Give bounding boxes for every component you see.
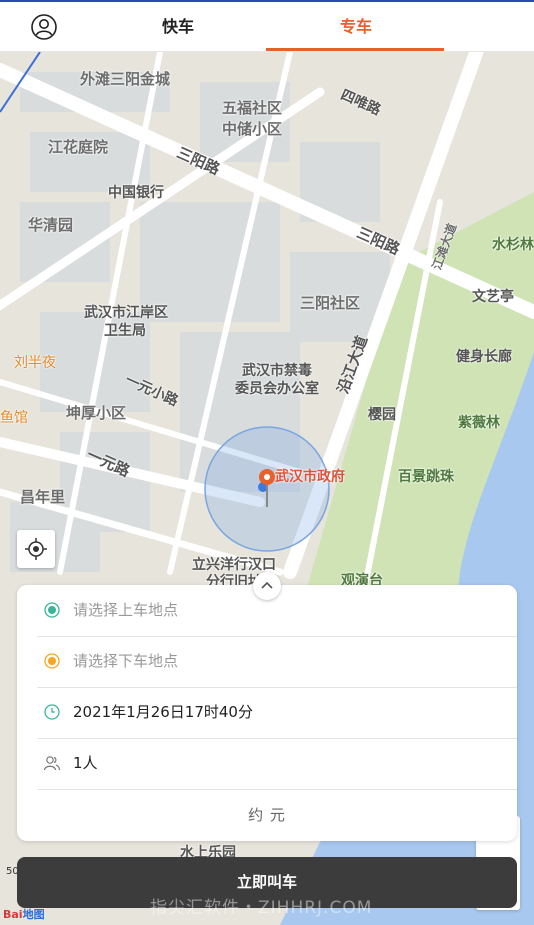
fare-estimate: 约 元 [248,806,286,824]
map-label: 刘半夜 [14,355,56,371]
map-label: 卫生局 [104,323,146,339]
map-label: 水杉林 [492,237,534,253]
clock-icon [44,704,60,720]
watermark: 指尖汇软件・ZIHHRJ.COM [150,898,373,918]
time-row[interactable]: 2021年1月26日17时40分 [37,687,517,739]
passenger-row[interactable]: 1人 [37,738,517,790]
pickup-dot-icon [44,602,60,618]
map-label: 昌年里 [20,488,66,506]
active-tab-indicator [266,48,444,51]
map-label: 华清园 [28,216,74,234]
tab-premium[interactable]: 专车 [281,2,431,51]
user-icon[interactable] [30,13,58,41]
map-label: 鱼馆 [0,410,28,426]
map-label: 委员会办公室 [235,381,319,397]
map-attribution-suffix: 地图 [22,908,45,921]
map-label: 江花庭院 [48,138,109,156]
locate-icon [25,538,47,560]
map-attribution-brand: Bai [3,908,23,921]
map-label: 五福社区 [222,99,283,117]
dropoff-input[interactable]: 请选择下车地点 [73,636,178,687]
map-label: 中国银行 [108,185,164,201]
locate-button[interactable] [17,530,55,568]
time-value[interactable]: 2021年1月26日17时40分 [73,687,253,738]
dropoff-row[interactable]: 请选择下车地点 [37,636,517,688]
map-label: 健身长廊 [456,349,512,365]
map-label: 武汉市政府 [275,469,345,485]
collapse-panel-button[interactable] [253,572,281,600]
header-bar: 快车 专车 [0,2,534,52]
map-label: 樱园 [368,407,396,423]
map-label: 紫薇林 [458,415,500,431]
chevron-up-icon [261,581,273,589]
map-label: 中储小区 [222,120,283,138]
map-label: 坤厚小区 [66,404,127,422]
map-label: 武汉市江岸区 [84,305,168,321]
map-label: 武汉市禁毒 [242,363,312,379]
map-label: 百景跳珠 [398,469,454,485]
passenger-icon [43,756,61,771]
map-label: 外滩三阳金城 [80,70,171,88]
map-attribution: Bai地图 [3,906,45,922]
tab-express[interactable]: 快车 [103,2,253,51]
order-panel: 请选择上车地点 请选择下车地点 2021年1月26日17时40分 1人 约 元 [17,585,517,841]
pickup-input[interactable]: 请选择上车地点 [73,585,178,636]
dropoff-dot-icon [44,653,60,669]
map-label: 三阳社区 [300,294,361,312]
map-label: 文艺亭 [472,289,514,305]
passenger-value[interactable]: 1人 [73,738,98,789]
